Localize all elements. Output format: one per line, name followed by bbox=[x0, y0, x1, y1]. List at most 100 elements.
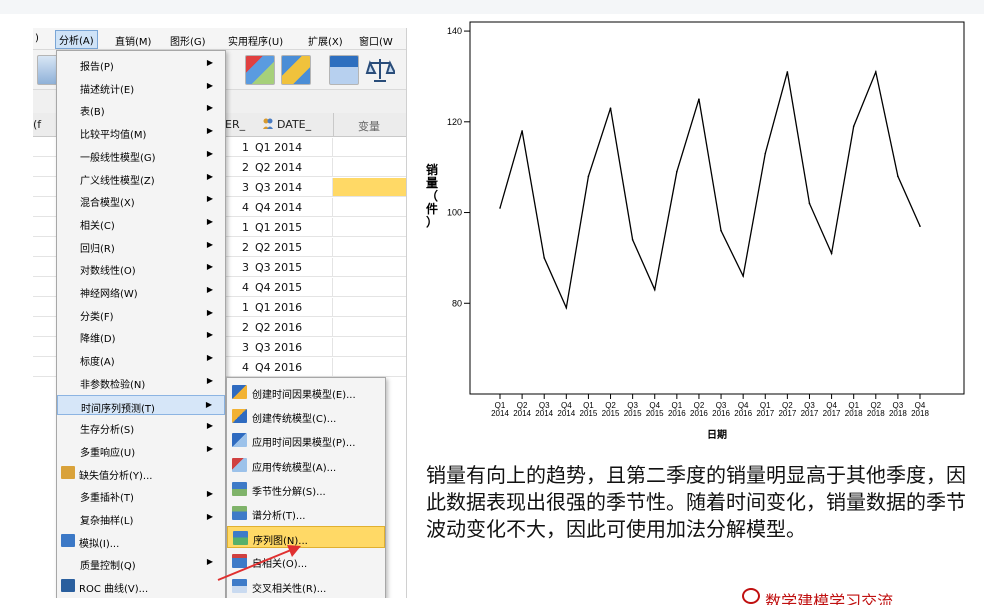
menu-utilities[interactable]: 实用程序(U) bbox=[228, 33, 283, 48]
menu-analyze[interactable]: 分析(A) bbox=[55, 30, 98, 49]
cell-number[interactable]: 4 bbox=[223, 278, 251, 297]
cell-number[interactable]: 3 bbox=[223, 338, 251, 357]
submenu-item[interactable]: 谱分析(T)... bbox=[227, 502, 385, 524]
cell-date[interactable]: Q3 2015 bbox=[251, 258, 333, 277]
data-point bbox=[897, 175, 899, 178]
cell-variable[interactable] bbox=[333, 178, 406, 197]
cell-date[interactable]: Q2 2016 bbox=[251, 318, 333, 337]
cell-number[interactable]: 1 bbox=[223, 138, 251, 157]
menu-item[interactable]: 描述统计(E) ▶ bbox=[57, 77, 225, 97]
cell-date[interactable]: Q1 2015 bbox=[251, 218, 333, 237]
cell-date[interactable]: Q1 2014 bbox=[251, 138, 333, 157]
insert-cases-icon[interactable] bbox=[245, 55, 275, 85]
row-left-cell[interactable] bbox=[33, 198, 58, 217]
split-file-icon[interactable] bbox=[329, 55, 359, 85]
menu-item[interactable]: 对数线性(O) ▶ bbox=[57, 258, 225, 278]
menu-item[interactable]: 回归(R) ▶ bbox=[57, 236, 225, 256]
cell-variable[interactable] bbox=[333, 198, 406, 217]
menu-item[interactable]: 神经网络(W) ▶ bbox=[57, 281, 225, 301]
menu-item[interactable]: 混合模型(X) ▶ bbox=[57, 190, 225, 210]
menu-item[interactable]: 模拟(I)... bbox=[57, 531, 225, 551]
menu-item[interactable]: 多重响应(U) ▶ bbox=[57, 440, 225, 460]
column-header-variable[interactable]: 变量 bbox=[333, 113, 406, 137]
row-left-cell[interactable] bbox=[33, 318, 58, 337]
menu-item-label: ROC 曲线(V)... bbox=[79, 584, 149, 596]
cell-variable[interactable] bbox=[333, 278, 406, 297]
x-tick-label-year: 2015 bbox=[602, 409, 620, 418]
cell-variable[interactable] bbox=[333, 218, 406, 237]
menu-graphs[interactable]: 图形(G) bbox=[170, 33, 206, 48]
submenu-item[interactable]: 创建时间因果模型(E)... bbox=[227, 381, 385, 403]
weight-cases-icon[interactable] bbox=[365, 55, 397, 85]
submenu-item[interactable]: 应用传统模型(A)... bbox=[227, 454, 385, 476]
menu-item[interactable]: 时间序列预测(T) ▶ bbox=[57, 394, 225, 415]
menu-item[interactable]: 分类(F) ▶ bbox=[57, 304, 225, 324]
submenu-arrow-icon: ▶ bbox=[206, 421, 213, 431]
cell-number[interactable]: 3 bbox=[223, 258, 251, 277]
column-header-er[interactable]: ER_ bbox=[223, 113, 251, 137]
menu-item[interactable]: 多重插补(T) ▶ bbox=[57, 485, 225, 505]
menu-item[interactable]: 表(B) ▶ bbox=[57, 99, 225, 119]
menu-item[interactable]: 缺失值分析(Y)... bbox=[57, 463, 225, 483]
cell-date[interactable]: Q4 2016 bbox=[251, 358, 333, 377]
cell-variable[interactable] bbox=[333, 258, 406, 277]
cell-number[interactable]: 2 bbox=[223, 158, 251, 177]
row-left-cell[interactable] bbox=[33, 258, 58, 277]
cell-date[interactable]: Q4 2015 bbox=[251, 278, 333, 297]
row-left-cell[interactable] bbox=[33, 178, 58, 197]
menu-item[interactable]: 相关(C) ▶ bbox=[57, 213, 225, 233]
menu-prev[interactable]: ) bbox=[35, 33, 39, 44]
cell-number[interactable]: 3 bbox=[223, 178, 251, 197]
submenu-item[interactable]: 创建传统模型(C)... bbox=[227, 405, 385, 427]
menu-item[interactable]: 报告(P) ▶ bbox=[57, 54, 225, 74]
cell-date[interactable]: Q4 2014 bbox=[251, 198, 333, 217]
submenu-item[interactable]: 应用时间因果模型(P)... bbox=[227, 429, 385, 451]
menu-item[interactable]: 复杂抽样(L) ▶ bbox=[57, 508, 225, 528]
row-left-cell[interactable] bbox=[33, 158, 58, 177]
menu-item[interactable]: 一般线性模型(G) ▶ bbox=[57, 145, 225, 165]
row-left-cell[interactable] bbox=[33, 238, 58, 257]
cell-variable[interactable] bbox=[333, 358, 406, 377]
submenu-item-label: 创建传统模型(C)... bbox=[252, 414, 337, 426]
insert-variable-icon[interactable] bbox=[281, 55, 311, 85]
cell-date[interactable]: Q3 2014 bbox=[251, 178, 333, 197]
row-left-cell[interactable] bbox=[33, 138, 58, 157]
row-left-cell[interactable] bbox=[33, 298, 58, 317]
menu-window[interactable]: 窗口(W bbox=[359, 33, 393, 48]
cell-number[interactable]: 2 bbox=[223, 318, 251, 337]
cell-date[interactable]: Q3 2016 bbox=[251, 338, 333, 357]
menu-item[interactable]: 生存分析(S) ▶ bbox=[57, 417, 225, 437]
cell-variable[interactable] bbox=[333, 338, 406, 357]
row-left-cell[interactable] bbox=[33, 218, 58, 237]
cell-number[interactable]: 2 bbox=[223, 238, 251, 257]
cell-date[interactable]: Q2 2014 bbox=[251, 158, 333, 177]
cell-variable[interactable] bbox=[333, 158, 406, 177]
cell-variable[interactable] bbox=[333, 138, 406, 157]
menu-item[interactable]: 降维(D) ▶ bbox=[57, 326, 225, 346]
menu-item[interactable]: 质量控制(Q) ▶ bbox=[57, 553, 225, 573]
menu-item[interactable]: ROC 曲线(V)... bbox=[57, 576, 225, 596]
submenu-arrow-icon: ▶ bbox=[206, 285, 213, 294]
cell-date[interactable]: Q1 2016 bbox=[251, 298, 333, 317]
menu-extensions[interactable]: 扩展(X) bbox=[308, 33, 343, 48]
cell-number[interactable]: 4 bbox=[223, 358, 251, 377]
cell-date[interactable]: Q2 2015 bbox=[251, 238, 333, 257]
menu-item[interactable]: 非参数检验(N) ▶ bbox=[57, 372, 225, 392]
cell-variable[interactable] bbox=[333, 318, 406, 337]
row-left-cell[interactable] bbox=[33, 338, 58, 357]
row-left-cell[interactable] bbox=[33, 278, 58, 297]
cell-number[interactable]: 1 bbox=[223, 218, 251, 237]
row-left-cell[interactable] bbox=[33, 358, 58, 377]
column-header[interactable]: (f bbox=[33, 113, 58, 137]
cell-variable[interactable] bbox=[333, 238, 406, 257]
menu-direct-marketing[interactable]: 直销(M) bbox=[115, 33, 151, 48]
column-header-date[interactable]: DATE_ bbox=[251, 113, 333, 137]
menu-item[interactable]: 比较平均值(M) ▶ bbox=[57, 122, 225, 142]
cell-number[interactable]: 4 bbox=[223, 198, 251, 217]
submenu-item[interactable]: 季节性分解(S)... bbox=[227, 478, 385, 500]
menu-item[interactable]: 标度(A) ▶ bbox=[57, 349, 225, 369]
menu-item[interactable]: 广义线性模型(Z) ▶ bbox=[57, 168, 225, 188]
cell-number[interactable]: 1 bbox=[223, 298, 251, 317]
top-strip bbox=[0, 0, 984, 14]
cell-variable[interactable] bbox=[333, 298, 406, 317]
